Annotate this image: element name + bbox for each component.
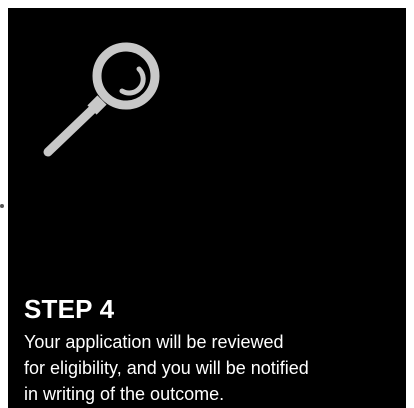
description-line: in writing of the outcome. (24, 384, 225, 404)
step-card: STEP 4 Your application will be reviewed… (8, 8, 406, 408)
description-line: Your application will be reviewed (24, 332, 284, 352)
step-title: STEP 4 (24, 294, 115, 324)
edge-dot (0, 204, 4, 208)
step-description: Your application will be reviewed for el… (24, 329, 394, 407)
page: STEP 4 Your application will be reviewed… (0, 0, 414, 408)
description-line: for eligibility, and you will be notifie… (24, 358, 309, 378)
magnifying-glass-icon (43, 42, 160, 157)
